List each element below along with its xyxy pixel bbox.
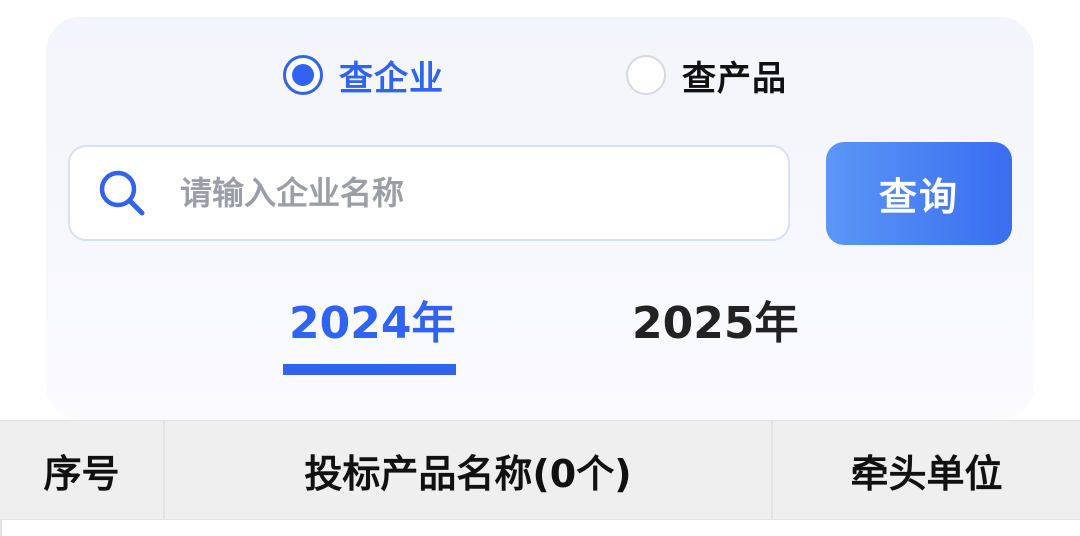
- tab-2024[interactable]: 2024年: [289, 287, 455, 351]
- radio-unchecked-icon[interactable]: [626, 55, 666, 95]
- query-button[interactable]: 查询: [826, 142, 1012, 245]
- radio-label-product: 查产品: [682, 58, 787, 99]
- search-input[interactable]: [178, 173, 742, 213]
- radio-checked-icon[interactable]: [283, 55, 323, 95]
- table-header: 序号 投标产品名称(0个) 牵头单位: [0, 420, 1080, 521]
- table-body: [0, 520, 1080, 536]
- radio-dot: [292, 64, 314, 86]
- search-icon: [96, 167, 148, 219]
- column-header-index: 序号: [0, 421, 165, 519]
- search-box[interactable]: [68, 145, 790, 241]
- column-header-product-name: 投标产品名称(0个): [165, 421, 773, 519]
- column-header-lead-unit: 牵头单位: [850, 451, 1003, 496]
- active-tab-indicator: [283, 364, 456, 375]
- search-card: 查企业 查产品 查询 2024年 2025年: [46, 17, 1034, 420]
- radio-label-company: 查企业: [339, 58, 444, 99]
- search-type-radio-group: 查企业 查产品: [46, 17, 1034, 137]
- tab-2025[interactable]: 2025年: [632, 287, 798, 351]
- radio-option-company[interactable]: 查企业: [283, 53, 444, 99]
- radio-option-product[interactable]: 查产品: [626, 53, 787, 99]
